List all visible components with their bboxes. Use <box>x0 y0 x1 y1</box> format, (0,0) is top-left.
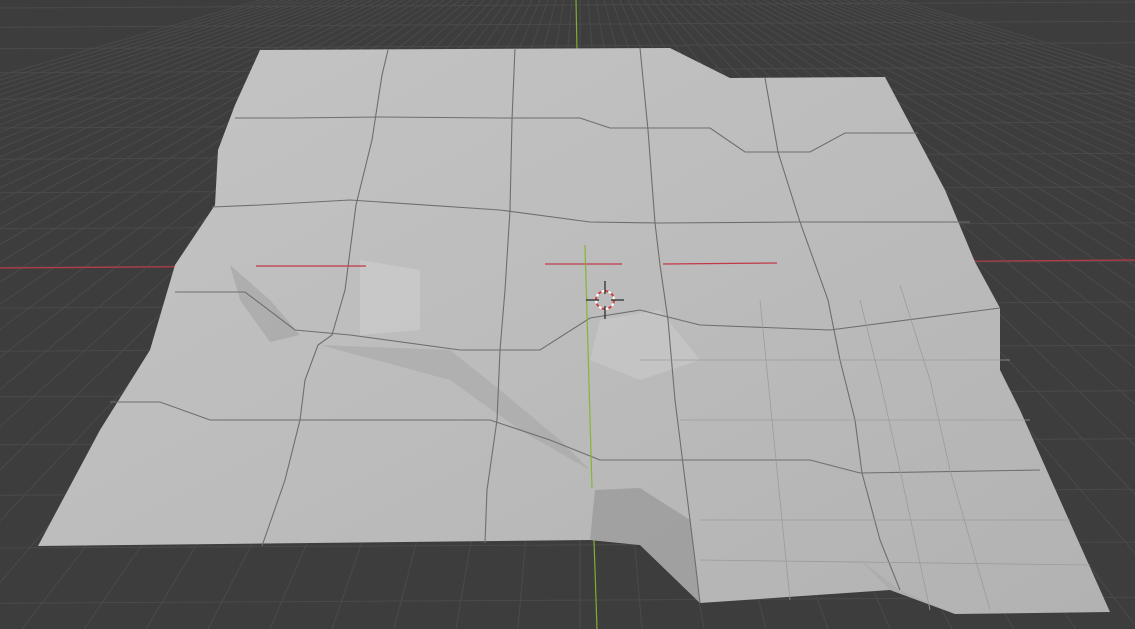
y-axis-line-top <box>575 0 578 51</box>
grid-line <box>0 20 1135 28</box>
grid-line <box>0 1 1135 9</box>
y-axis-line-bottom <box>593 539 598 629</box>
3d-viewport[interactable] <box>0 0 1135 629</box>
mesh-highlight <box>360 260 420 335</box>
